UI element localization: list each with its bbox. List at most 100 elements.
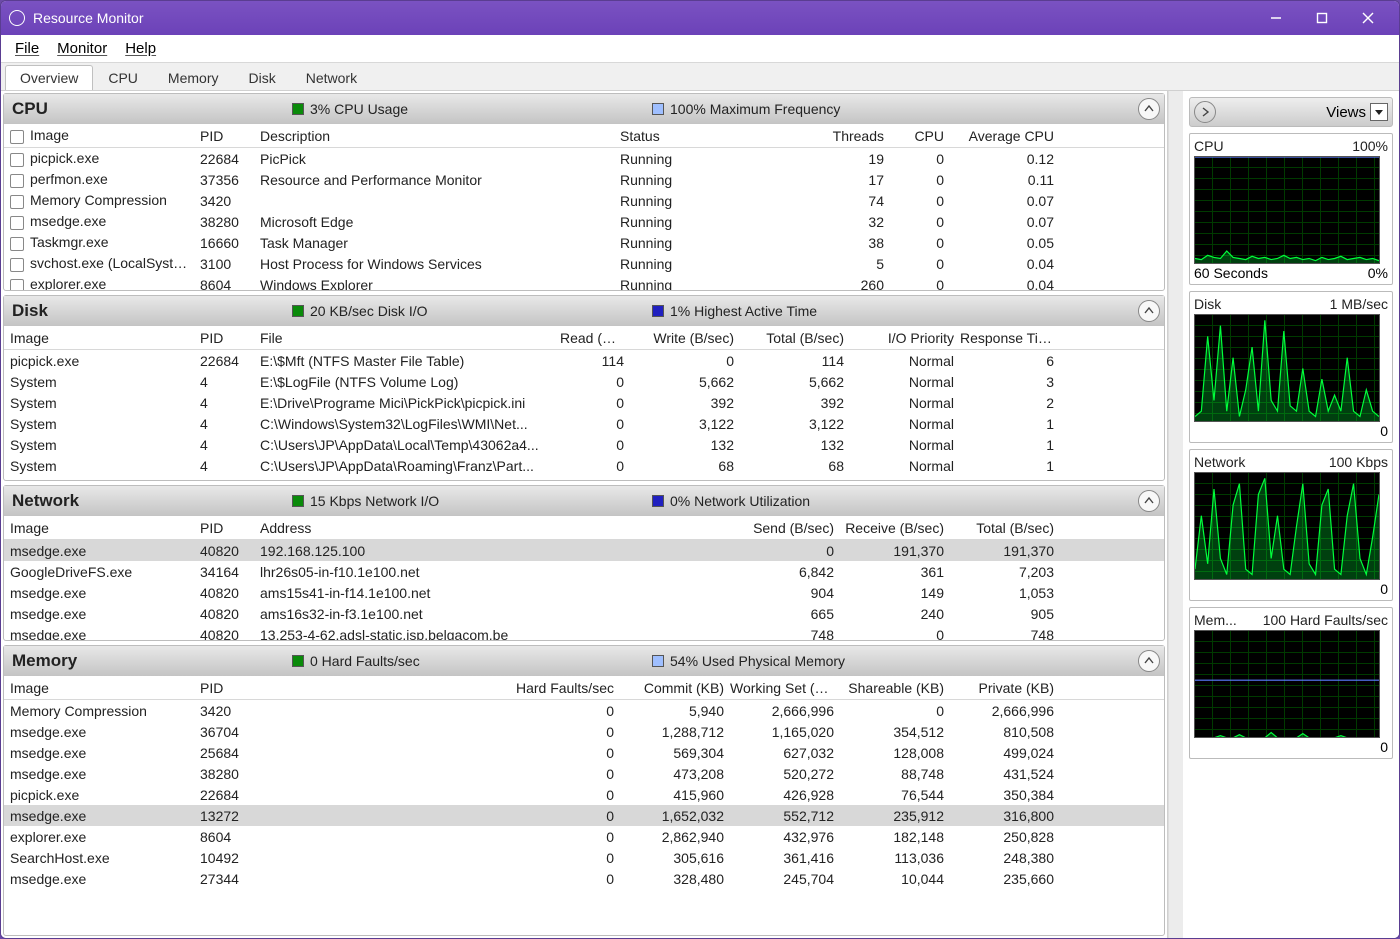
disk-active-label: 1% Highest Active Time (670, 303, 817, 319)
chart-scale: 100 Kbps (1329, 454, 1388, 470)
network-table-header[interactable]: ImagePIDAddress Send (B/sec)Receive (B/s… (4, 516, 1164, 540)
cpu-freq-label: 100% Maximum Frequency (670, 101, 840, 117)
panel-disk-header[interactable]: Disk 20 KB/sec Disk I/O 1% Highest Activ… (4, 296, 1164, 326)
tab-overview[interactable]: Overview (5, 65, 93, 90)
swatch-green-icon (292, 495, 304, 507)
table-row[interactable]: System4E:\$LogFile (NTFS Volume Log)05,6… (4, 371, 1164, 392)
close-button[interactable] (1345, 1, 1391, 35)
swatch-blue-icon (652, 495, 664, 507)
swatch-green-icon (292, 655, 304, 667)
table-row[interactable]: msedge.exe38280Microsoft EdgeRunning3200… (4, 211, 1164, 232)
row-checkbox[interactable] (10, 279, 24, 290)
table-row[interactable]: msedge.exe1327201,652,032552,712235,9123… (4, 805, 1164, 826)
cpu-usage-label: 3% CPU Usage (310, 101, 408, 117)
side-chart-cpu: CPU100% 60 Seconds0% (1189, 133, 1393, 285)
swatch-blue-icon (652, 655, 664, 667)
panel-disk: Disk 20 KB/sec Disk I/O 1% Highest Activ… (3, 295, 1165, 481)
table-row[interactable]: svchost.exe (LocalSystemNet...3100Host P… (4, 253, 1164, 274)
table-row[interactable]: msedge.exe256840569,304627,032128,008499… (4, 742, 1164, 763)
side-chart-disk: Disk1 MB/sec 0 (1189, 291, 1393, 443)
table-row[interactable]: explorer.exe860402,862,940432,976182,148… (4, 826, 1164, 847)
collapse-button[interactable] (1138, 490, 1160, 512)
tab-disk[interactable]: Disk (233, 65, 290, 90)
chevron-down-icon (1370, 103, 1388, 121)
row-checkbox[interactable] (10, 174, 24, 188)
table-row[interactable]: System4C:\Windows\System32\LogFiles\WMI\… (4, 413, 1164, 434)
disk-io-label: 20 KB/sec Disk I/O (310, 303, 427, 319)
row-checkbox[interactable] (10, 237, 24, 251)
maximize-button[interactable] (1299, 1, 1345, 35)
side-chart-memory: Mem...100 Hard Faults/sec 0 (1189, 607, 1393, 759)
table-row[interactable]: msedge.exe3670401,288,7121,165,020354,51… (4, 721, 1164, 742)
app-window: Resource Monitor File Monitor Help Overv… (0, 0, 1400, 939)
network-table[interactable]: ImagePIDAddress Send (B/sec)Receive (B/s… (4, 516, 1164, 640)
menu-help[interactable]: Help (117, 38, 164, 59)
collapse-button[interactable] (1138, 98, 1160, 120)
cpu-table-header[interactable]: Image PID Description Status Threads CPU… (4, 124, 1164, 148)
row-checkbox[interactable] (10, 195, 24, 209)
chart-foot-left: 60 Seconds (1194, 265, 1268, 281)
menu-file[interactable]: File (7, 38, 47, 59)
memory-table-header[interactable]: ImagePID Hard Faults/secCommit (KB) Work… (4, 676, 1164, 700)
panel-network: Network 15 Kbps Network I/O 0% Network U… (3, 485, 1165, 641)
table-row[interactable]: SearchHost.exe104920305,616361,416113,03… (4, 847, 1164, 868)
panel-title: CPU (12, 99, 292, 119)
menu-monitor[interactable]: Monitor (49, 38, 115, 59)
tab-memory[interactable]: Memory (153, 65, 234, 90)
table-row[interactable]: explorer.exe8604Windows ExplorerRunning2… (4, 274, 1164, 290)
chart-foot-right: 0% (1368, 265, 1388, 281)
mem-faults-label: 0 Hard Faults/sec (310, 653, 420, 669)
side-toolbar: Views (1189, 97, 1393, 127)
table-row[interactable]: GoogleDriveFS.exe34164lhr26s05-in-f10.1e… (4, 561, 1164, 582)
panel-cpu-header[interactable]: CPU 3% CPU Usage 100% Maximum Frequency (4, 94, 1164, 124)
net-util-label: 0% Network Utilization (670, 493, 810, 509)
tab-network[interactable]: Network (291, 65, 372, 90)
table-row[interactable]: msedge.exe4082013.253-4-62.adsl-static.i… (4, 624, 1164, 640)
tab-cpu[interactable]: CPU (93, 65, 153, 90)
chart-foot-right: 0 (1380, 423, 1388, 439)
minimize-button[interactable] (1253, 1, 1299, 35)
net-io-label: 15 Kbps Network I/O (310, 493, 439, 509)
table-row[interactable]: Memory Compression342005,9402,666,99602,… (4, 700, 1164, 721)
table-row[interactable]: msedge.exe40820192.168.125.1000191,37019… (4, 540, 1164, 561)
checkbox-all[interactable] (10, 130, 24, 144)
panel-memory-header[interactable]: Memory 0 Hard Faults/sec 54% Used Physic… (4, 646, 1164, 676)
table-row[interactable]: perfmon.exe37356Resource and Performance… (4, 169, 1164, 190)
content-area: CPU 3% CPU Usage 100% Maximum Frequency … (1, 91, 1399, 938)
panel-network-header[interactable]: Network 15 Kbps Network I/O 0% Network U… (4, 486, 1164, 516)
table-row[interactable]: msedge.exe40820ams16s32-in-f3.1e100.net6… (4, 603, 1164, 624)
row-checkbox[interactable] (10, 216, 24, 230)
chart-foot-right: 0 (1380, 581, 1388, 597)
chart-scale: 100 Hard Faults/sec (1263, 612, 1388, 628)
table-row[interactable]: System4E:\Drive\Programe Mici\PickPick\p… (4, 392, 1164, 413)
table-row[interactable]: msedge.exe273440328,480245,70410,044235,… (4, 868, 1164, 889)
collapse-button[interactable] (1138, 300, 1160, 322)
mem-used-label: 54% Used Physical Memory (670, 653, 845, 669)
table-row[interactable]: msedge.exe40820ams15s41-in-f14.1e100.net… (4, 582, 1164, 603)
swatch-blue-icon (652, 103, 664, 115)
views-dropdown[interactable]: Views (1326, 103, 1388, 121)
table-row[interactable]: msedge.exe382800473,208520,27288,748431,… (4, 763, 1164, 784)
disk-table[interactable]: ImagePIDFile Read (B/sec)Write (B/sec) T… (4, 326, 1164, 480)
table-row[interactable]: picpick.exe22684PicPickRunning1900.12 (4, 148, 1164, 169)
titlebar[interactable]: Resource Monitor (1, 1, 1399, 35)
memory-table[interactable]: ImagePID Hard Faults/secCommit (KB) Work… (4, 676, 1164, 935)
collapse-button[interactable] (1138, 650, 1160, 672)
table-row[interactable]: Memory Compression3420Running7400.07 (4, 190, 1164, 211)
menubar: File Monitor Help (1, 35, 1399, 63)
table-row[interactable]: System4C:\Users\JP\AppData\Roaming\Franz… (4, 455, 1164, 476)
table-row[interactable]: System4C:\Users\JP\AppData\Local\Temp\43… (4, 434, 1164, 455)
row-checkbox[interactable] (10, 153, 24, 167)
app-icon (9, 10, 25, 26)
cpu-table[interactable]: Image PID Description Status Threads CPU… (4, 124, 1164, 290)
disk-table-header[interactable]: ImagePIDFile Read (B/sec)Write (B/sec) T… (4, 326, 1164, 350)
tabstrip: Overview CPU Memory Disk Network (1, 63, 1399, 91)
table-row[interactable]: picpick.exe226840415,960426,92876,544350… (4, 784, 1164, 805)
table-row[interactable]: Taskmgr.exe16660Task ManagerRunning3800.… (4, 232, 1164, 253)
chart-scale: 1 MB/sec (1330, 296, 1388, 312)
table-row[interactable]: picpick.exe22684E:\$Mft (NTFS Master Fil… (4, 350, 1164, 371)
expand-button[interactable] (1194, 101, 1216, 123)
chart-canvas (1194, 156, 1380, 264)
main-scrollbar[interactable] (1168, 91, 1183, 938)
row-checkbox[interactable] (10, 258, 24, 272)
